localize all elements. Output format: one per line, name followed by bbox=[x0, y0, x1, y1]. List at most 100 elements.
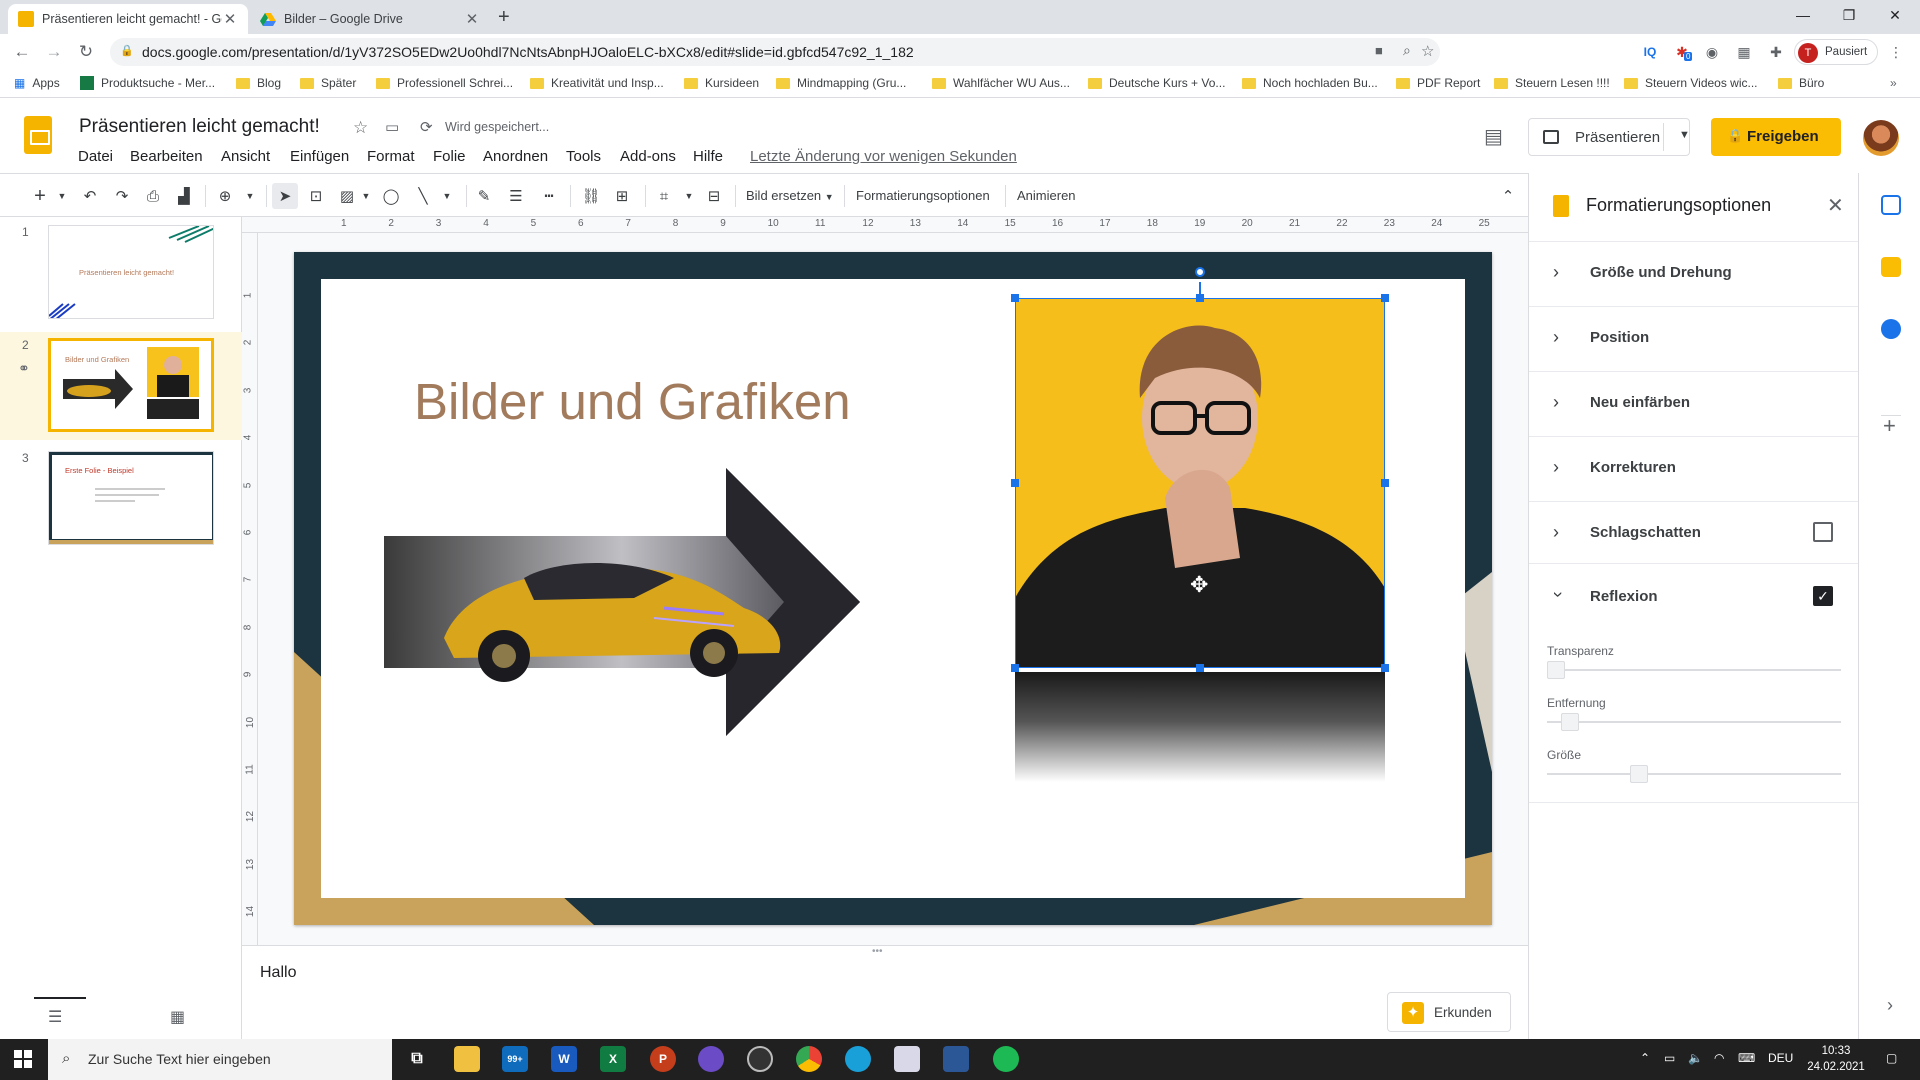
replace-image-button[interactable]: Bild ersetzen ▼ bbox=[746, 188, 834, 203]
menu-addons[interactable]: Add-ons bbox=[620, 148, 676, 165]
bookmark-folder[interactable]: Steuern Videos wic... bbox=[1624, 76, 1758, 90]
new-slide-plus-icon[interactable]: + bbox=[30, 185, 50, 207]
menu-einfuegen[interactable]: Einfügen bbox=[290, 148, 349, 165]
collapse-toolbar-icon[interactable]: ⌃ bbox=[1498, 186, 1518, 206]
slide-title[interactable]: Bilder und Grafiken bbox=[414, 372, 851, 431]
battery-icon[interactable]: ▭ bbox=[1664, 1051, 1675, 1065]
paint-format-icon[interactable]: ▟ bbox=[174, 186, 194, 206]
input-language[interactable]: DEU bbox=[1768, 1051, 1793, 1065]
bookmark-folder[interactable]: Deutsche Kurs + Vo... bbox=[1088, 76, 1225, 90]
bookmark-folder[interactable]: Steuern Lesen !!!! bbox=[1494, 76, 1610, 90]
chrome-icon[interactable] bbox=[796, 1046, 822, 1072]
distance-slider-knob[interactable] bbox=[1560, 713, 1579, 731]
back-arrow-icon[interactable]: ← bbox=[10, 40, 34, 64]
slide-thumbnail-1[interactable]: Präsentieren leicht gemacht! bbox=[48, 225, 214, 319]
puzzle-icon[interactable]: ✚ bbox=[1766, 42, 1786, 62]
app-icon[interactable] bbox=[894, 1046, 920, 1072]
last-edit-link[interactable]: Letzte Änderung vor wenigen Sekunden bbox=[750, 148, 1017, 165]
bookmark-folder[interactable]: Professionell Schrei... bbox=[376, 76, 513, 90]
iq-extension-icon[interactable]: IQ bbox=[1640, 42, 1660, 62]
bookmark-star-icon[interactable]: ☆ bbox=[1421, 42, 1434, 60]
windows-start-icon[interactable] bbox=[14, 1050, 32, 1068]
browser-tab-slides[interactable]: Präsentieren leicht gemacht! - Goo ✕ bbox=[8, 4, 248, 34]
browser-tab-drive[interactable]: Bilder – Google Drive ✕ bbox=[250, 4, 490, 34]
extension-icon[interactable]: ✱ 0 bbox=[1672, 42, 1693, 62]
word-icon[interactable]: W bbox=[551, 1046, 577, 1072]
tray-chevron-icon[interactable]: ⌃ bbox=[1640, 1051, 1650, 1065]
maximize-button[interactable]: ❐ bbox=[1826, 0, 1872, 30]
zoom-dropdown-icon[interactable]: ▼ bbox=[244, 186, 256, 206]
system-clock[interactable]: 10:33 24.02.2021 bbox=[1806, 1043, 1866, 1075]
mail-icon[interactable]: 99+ bbox=[502, 1046, 528, 1072]
reload-icon[interactable]: ↻ bbox=[74, 40, 98, 64]
resize-handle-nw[interactable] bbox=[1011, 294, 1019, 302]
reset-image-icon[interactable]: ⊟ bbox=[703, 186, 725, 206]
rotate-handle[interactable] bbox=[1195, 267, 1205, 277]
grid-view-icon[interactable]: ▦ bbox=[170, 1007, 185, 1027]
app-icon[interactable] bbox=[698, 1046, 724, 1072]
reflection-checkbox[interactable]: ✓ bbox=[1813, 586, 1833, 606]
size-slider-knob[interactable] bbox=[1629, 765, 1648, 783]
line-dropdown-icon[interactable]: ▼ bbox=[441, 186, 453, 206]
menu-ansicht[interactable]: Ansicht bbox=[221, 148, 270, 165]
arrow-car-image[interactable] bbox=[384, 468, 860, 736]
spotify-icon[interactable] bbox=[993, 1046, 1019, 1072]
menu-hilfe[interactable]: Hilfe bbox=[693, 148, 723, 165]
image-dropdown-icon[interactable]: ▼ bbox=[360, 186, 372, 206]
volume-icon[interactable]: 🔈 bbox=[1688, 1051, 1703, 1065]
close-tab-icon[interactable]: ✕ bbox=[222, 10, 238, 28]
resize-handle-w[interactable] bbox=[1011, 479, 1019, 487]
resize-handle-sw[interactable] bbox=[1011, 664, 1019, 672]
section-adjustments[interactable]: › Korrekturen bbox=[1529, 436, 1859, 500]
undo-icon[interactable]: ↶ bbox=[80, 186, 100, 206]
bookmark-folder[interactable]: Kreativität und Insp... bbox=[530, 76, 664, 90]
resize-handle-n[interactable] bbox=[1196, 294, 1204, 302]
move-folder-icon[interactable]: ▭ bbox=[385, 118, 399, 136]
bookmark-folder[interactable]: Noch hochladen Bu... bbox=[1242, 76, 1378, 90]
keyboard-icon[interactable]: ⌨ bbox=[1738, 1051, 1755, 1065]
border-weight-icon[interactable]: ☰ bbox=[506, 186, 526, 206]
tasks-icon[interactable] bbox=[1881, 319, 1901, 339]
transparency-slider-track[interactable] bbox=[1547, 669, 1841, 671]
file-explorer-icon[interactable] bbox=[454, 1046, 480, 1072]
window-close-button[interactable]: ✕ bbox=[1872, 0, 1918, 30]
zoom-icon[interactable]: ⌕ bbox=[1403, 42, 1411, 59]
animate-button[interactable]: Animieren bbox=[1017, 188, 1076, 203]
profile-button[interactable]: T Pausiert bbox=[1794, 39, 1878, 65]
expand-rail-icon[interactable]: › bbox=[1887, 995, 1893, 1016]
app-icon[interactable] bbox=[943, 1046, 969, 1072]
resize-handle-e[interactable] bbox=[1381, 479, 1389, 487]
menu-anordnen[interactable]: Anordnen bbox=[483, 148, 548, 165]
border-dash-icon[interactable]: ┅ bbox=[539, 186, 559, 206]
resize-handle-se[interactable] bbox=[1381, 664, 1389, 672]
address-bar[interactable]: 🔒 docs.google.com/presentation/d/1yV372S… bbox=[110, 38, 1440, 66]
distance-slider-track[interactable] bbox=[1547, 721, 1841, 723]
close-panel-icon[interactable]: ✕ bbox=[1827, 193, 1844, 218]
line-icon[interactable]: ╲ bbox=[413, 186, 433, 206]
section-drop-shadow[interactable]: › Schlagschatten bbox=[1529, 501, 1859, 565]
speaker-notes[interactable]: ••• Hallo bbox=[242, 945, 1528, 1039]
menu-folie[interactable]: Folie bbox=[433, 148, 466, 165]
slide-thumbnail-3[interactable]: Erste Folie - Beispiel bbox=[48, 451, 214, 545]
section-position[interactable]: › Position bbox=[1529, 306, 1859, 370]
taskbar-search[interactable]: ⌕ Zur Suche Text hier eingeben bbox=[48, 1039, 392, 1080]
text-box-icon[interactable]: ⊡ bbox=[305, 186, 327, 206]
slide-thumbnail-2[interactable]: Bilder und Grafiken bbox=[48, 338, 214, 432]
bookmark-folder[interactable]: Kursideen bbox=[684, 76, 759, 90]
bookmark-apps[interactable]: ▦ Apps bbox=[14, 76, 60, 90]
menu-bearbeiten[interactable]: Bearbeiten bbox=[130, 148, 203, 165]
document-title[interactable]: Präsentieren leicht gemacht! bbox=[79, 116, 320, 138]
chevron-down-icon[interactable]: › bbox=[1548, 592, 1569, 598]
notes-resize-handle[interactable]: ••• bbox=[872, 946, 883, 957]
grid-extension-icon[interactable]: ▦ bbox=[1734, 42, 1754, 62]
add-comment-icon[interactable]: ⊞ bbox=[612, 186, 632, 206]
bookmark-folder[interactable]: Mindmapping (Gru... bbox=[776, 76, 906, 90]
crop-dropdown-icon[interactable]: ▼ bbox=[683, 186, 695, 206]
section-size-rotation[interactable]: › Größe und Drehung bbox=[1529, 241, 1859, 305]
extension-icon[interactable]: ◉ bbox=[1702, 42, 1722, 62]
keep-icon[interactable] bbox=[1881, 257, 1901, 277]
insert-image-icon[interactable]: ▨ bbox=[337, 186, 357, 206]
new-tab-button[interactable]: + bbox=[498, 6, 510, 29]
section-recolor[interactable]: › Neu einfärben bbox=[1529, 371, 1859, 435]
powerpoint-icon[interactable]: P bbox=[650, 1046, 676, 1072]
